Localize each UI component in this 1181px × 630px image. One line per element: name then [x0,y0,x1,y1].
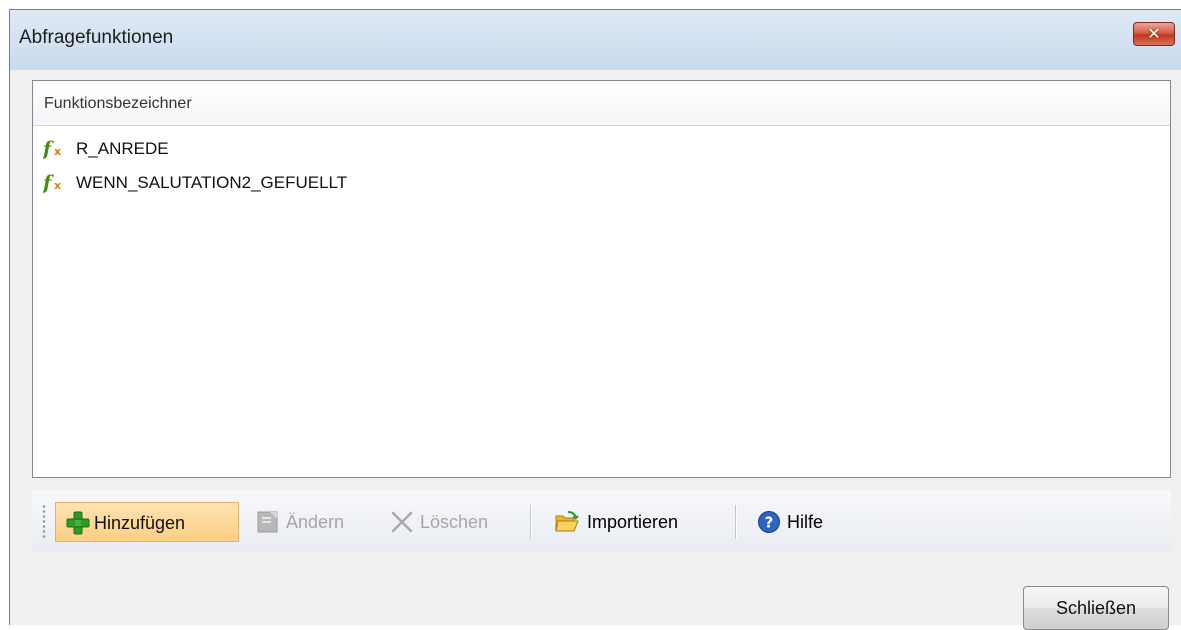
toolbar: Hinzufügen Ändern Löschen Importieren ? … [32,490,1171,552]
function-icon: f x [43,172,61,194]
list-item[interactable]: f x WENN_SALUTATION2_GEFUELLT [43,171,1160,199]
close-button[interactable]: Schließen [1023,586,1169,630]
svg-text:x: x [54,179,61,192]
column-header-function-name[interactable]: Funktionsbezeichner [33,81,1170,126]
delete-button-label: Löschen [420,512,489,532]
close-icon: ✕ [1147,24,1161,43]
edit-button-label: Ändern [286,512,345,532]
dialog-window: Abfragefunktionen ✕ Funktionsbezeichner … [9,9,1181,630]
svg-text:x: x [54,145,61,158]
window-close-button[interactable]: ✕ [1133,22,1175,46]
svg-text:f: f [43,138,54,160]
close-button-label: Schließen [1055,598,1137,618]
help-button[interactable]: ? Hilfe [747,502,847,542]
list-item-label: WENN_SALUTATION2_GEFUELLT [76,173,348,192]
edit-button[interactable]: Ändern [250,502,376,542]
column-header-label: Funktionsbezeichner [44,95,192,112]
help-button-label: Hilfe [787,512,824,532]
svg-text:f: f [43,172,54,194]
toolbar-grip[interactable] [42,504,46,540]
plus-icon [66,511,90,535]
function-list[interactable]: Funktionsbezeichner f x R_ANREDE f x WEN… [32,80,1171,478]
import-button-label: Importieren [587,512,679,532]
add-button-label: Hinzufügen [94,513,186,533]
folder-open-icon [555,511,579,532]
delete-button[interactable]: Löschen [384,502,518,542]
delete-icon [391,511,413,533]
list-item-label: R_ANREDE [76,139,169,158]
toolbar-separator [735,505,737,539]
function-icon: f x [43,138,61,160]
window-title: Abfragefunktionen [19,27,174,48]
svg-text:?: ? [765,514,774,532]
title-bar[interactable]: Abfragefunktionen ✕ [10,10,1181,70]
import-button[interactable]: Importieren [542,502,720,542]
list-item[interactable]: f x R_ANREDE [43,137,1160,165]
help-icon: ? [758,511,780,533]
add-button[interactable]: Hinzufügen [55,502,239,542]
edit-icon [257,511,278,533]
toolbar-separator [530,505,532,539]
